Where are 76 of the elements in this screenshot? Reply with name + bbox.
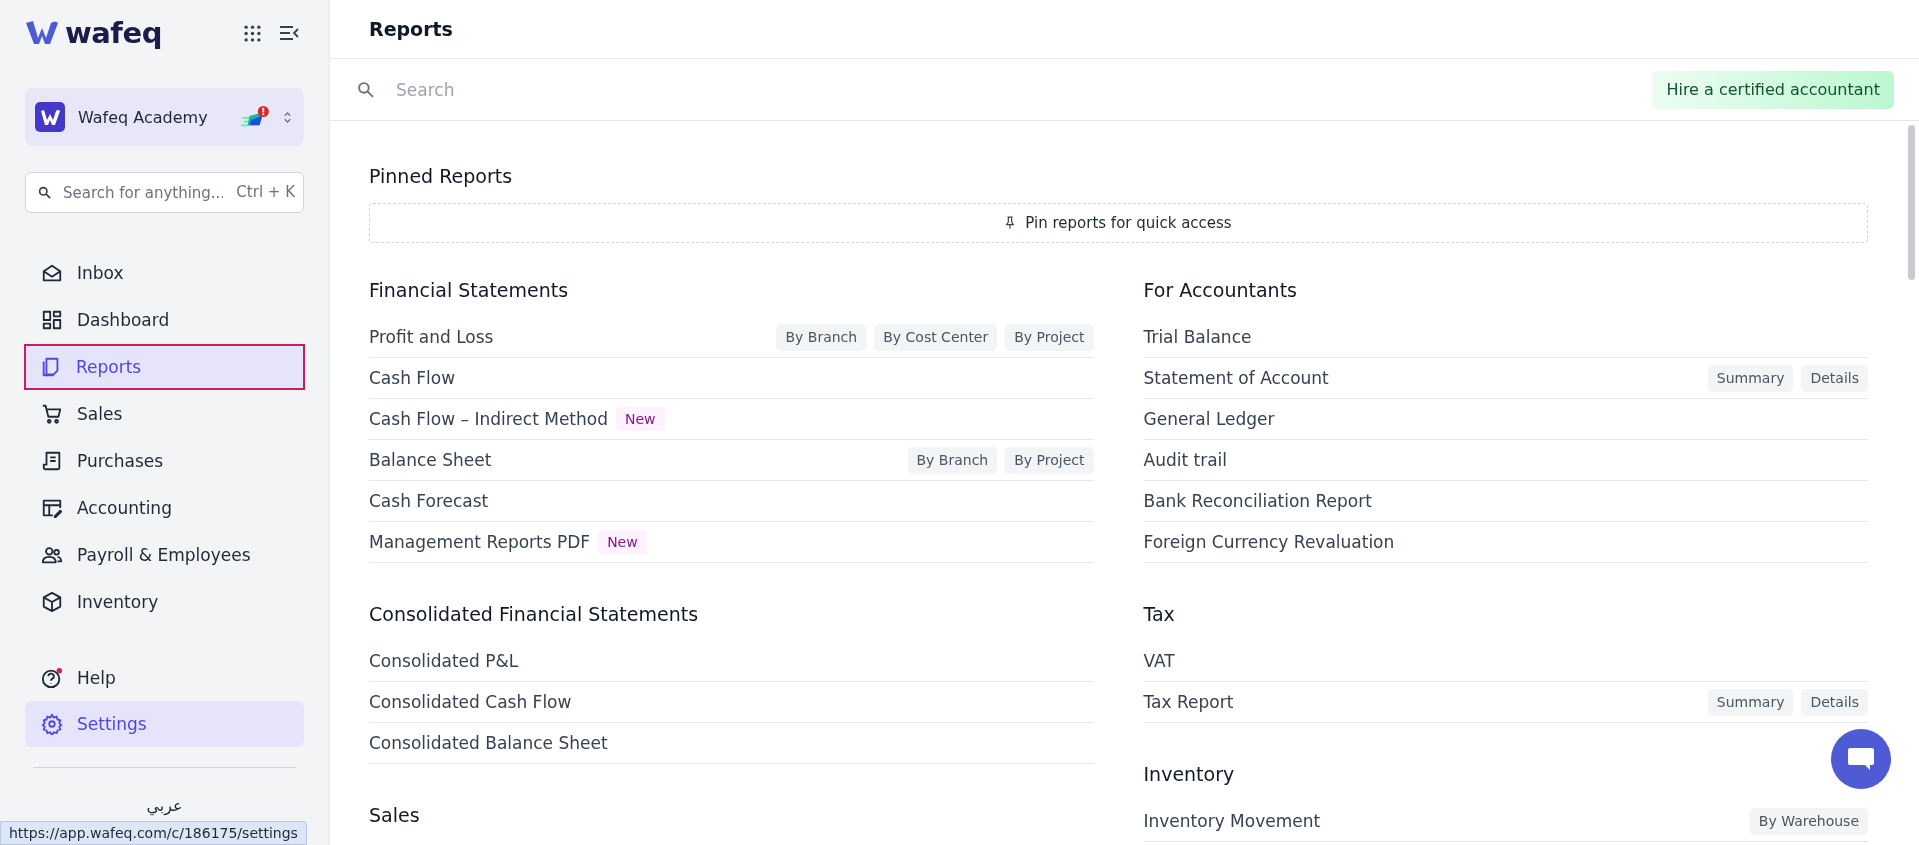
report-link[interactable]: Foreign Currency Revaluation [1143, 532, 1395, 552]
report-link[interactable]: Audit trail [1143, 450, 1227, 470]
section-title: Sales [369, 804, 421, 826]
report-variant-button[interactable]: Summary [1707, 689, 1794, 715]
report-link[interactable]: Bank Reconciliation Report [1143, 491, 1372, 511]
pin-icon [1005, 216, 1016, 230]
report-link[interactable]: Tax Report [1143, 692, 1234, 712]
inbox-icon [41, 262, 63, 284]
collapse-menu-icon[interactable] [279, 25, 299, 41]
nav-item[interactable]: Dashboard [25, 297, 304, 343]
report-variant-button[interactable]: By Branch [776, 324, 867, 350]
new-badge: New [598, 530, 647, 554]
new-badge: New [616, 407, 665, 431]
scrollbar[interactable] [1908, 125, 1915, 280]
section-title: Tax [1143, 603, 1176, 625]
report-link[interactable]: Profit and Loss [369, 327, 494, 347]
people-icon [41, 544, 63, 566]
section-title: Consolidated Financial Statements [369, 603, 700, 625]
report-variant-button[interactable]: By Warehouse [1749, 808, 1868, 834]
report-link[interactable]: Consolidated P&L [369, 651, 519, 671]
chat-button[interactable] [1831, 729, 1891, 789]
report-link[interactable]: General Ledger [1143, 409, 1275, 429]
report-link[interactable]: Consolidated Cash Flow [369, 692, 572, 712]
nav-item[interactable]: Inventory [25, 579, 304, 625]
apps-grid-icon[interactable] [244, 24, 261, 42]
report-variant-button[interactable]: By Cost Center [874, 324, 998, 350]
report-link[interactable]: Balance Sheet [369, 450, 492, 470]
report-link[interactable]: Statement of Account [1143, 368, 1329, 388]
chat-bubble-icon [1846, 746, 1876, 772]
report-variant-button[interactable]: By Branch [907, 447, 998, 473]
nav-item[interactable]: Purchases [25, 438, 304, 484]
shortcut-hint: Ctrl + K [236, 183, 295, 201]
cart-icon [41, 403, 63, 425]
box-icon [41, 591, 63, 613]
report-variant-button[interactable]: By Project [1005, 324, 1094, 350]
search-icon [38, 186, 51, 199]
organization-switcher[interactable]: Wafeq Academy [25, 88, 304, 146]
logo-text: wafeq [65, 16, 162, 50]
search-icon [357, 81, 374, 98]
report-variant-button[interactable]: Details [1801, 689, 1868, 715]
report-link[interactable]: Cash Flow [369, 368, 456, 388]
nav-item[interactable]: Accounting [25, 485, 304, 531]
report-link[interactable]: Cash Forecast [369, 491, 489, 511]
section-title: Financial Statements [369, 279, 570, 301]
report-variant-button[interactable]: Summary [1707, 365, 1794, 391]
page-title: Reports [369, 18, 453, 40]
help-icon [41, 667, 63, 689]
report-variant-button[interactable]: By Project [1005, 447, 1094, 473]
link-url-tooltip: https://app.wafeq.com/c/186175/settings [0, 821, 307, 845]
report-link[interactable]: Cash Flow – Indirect Method [369, 409, 608, 429]
nav-item[interactable]: Sales [25, 391, 304, 437]
receipt-icon [41, 450, 63, 472]
language-link[interactable]: عربي [146, 796, 183, 815]
section-title: Pinned Reports [369, 165, 514, 187]
report-variant-button[interactable]: Details [1801, 365, 1868, 391]
report-link[interactable]: Management Reports PDF [369, 532, 591, 552]
report-link[interactable]: Trial Balance [1143, 327, 1252, 347]
nav-item[interactable]: Help [25, 655, 304, 701]
dashboard-icon [41, 309, 63, 331]
ledger-icon [41, 497, 63, 519]
nav-item[interactable]: Settings [25, 701, 304, 747]
nav-item[interactable]: Inbox [25, 250, 304, 296]
report-link[interactable]: Inventory Movement [1143, 811, 1321, 831]
org-logo-icon [35, 102, 65, 132]
rocket-alert-icon[interactable] [240, 105, 270, 129]
report-link[interactable]: VAT [1143, 651, 1175, 671]
logo-icon [25, 20, 59, 46]
chevron-up-down-icon [283, 109, 292, 125]
nav-item[interactable]: Payroll & Employees [25, 532, 304, 578]
pinned-hint: Pin reports for quick access [1025, 214, 1232, 232]
report-link[interactable]: Consolidated Balance Sheet [369, 733, 608, 753]
hire-accountant-button[interactable]: Hire a certified accountant [1652, 70, 1894, 109]
section-title: For Accountants [1143, 279, 1298, 301]
section-title: Inventory [1143, 763, 1236, 785]
nav-item[interactable]: Reports [24, 344, 305, 390]
gear-icon [41, 713, 63, 735]
